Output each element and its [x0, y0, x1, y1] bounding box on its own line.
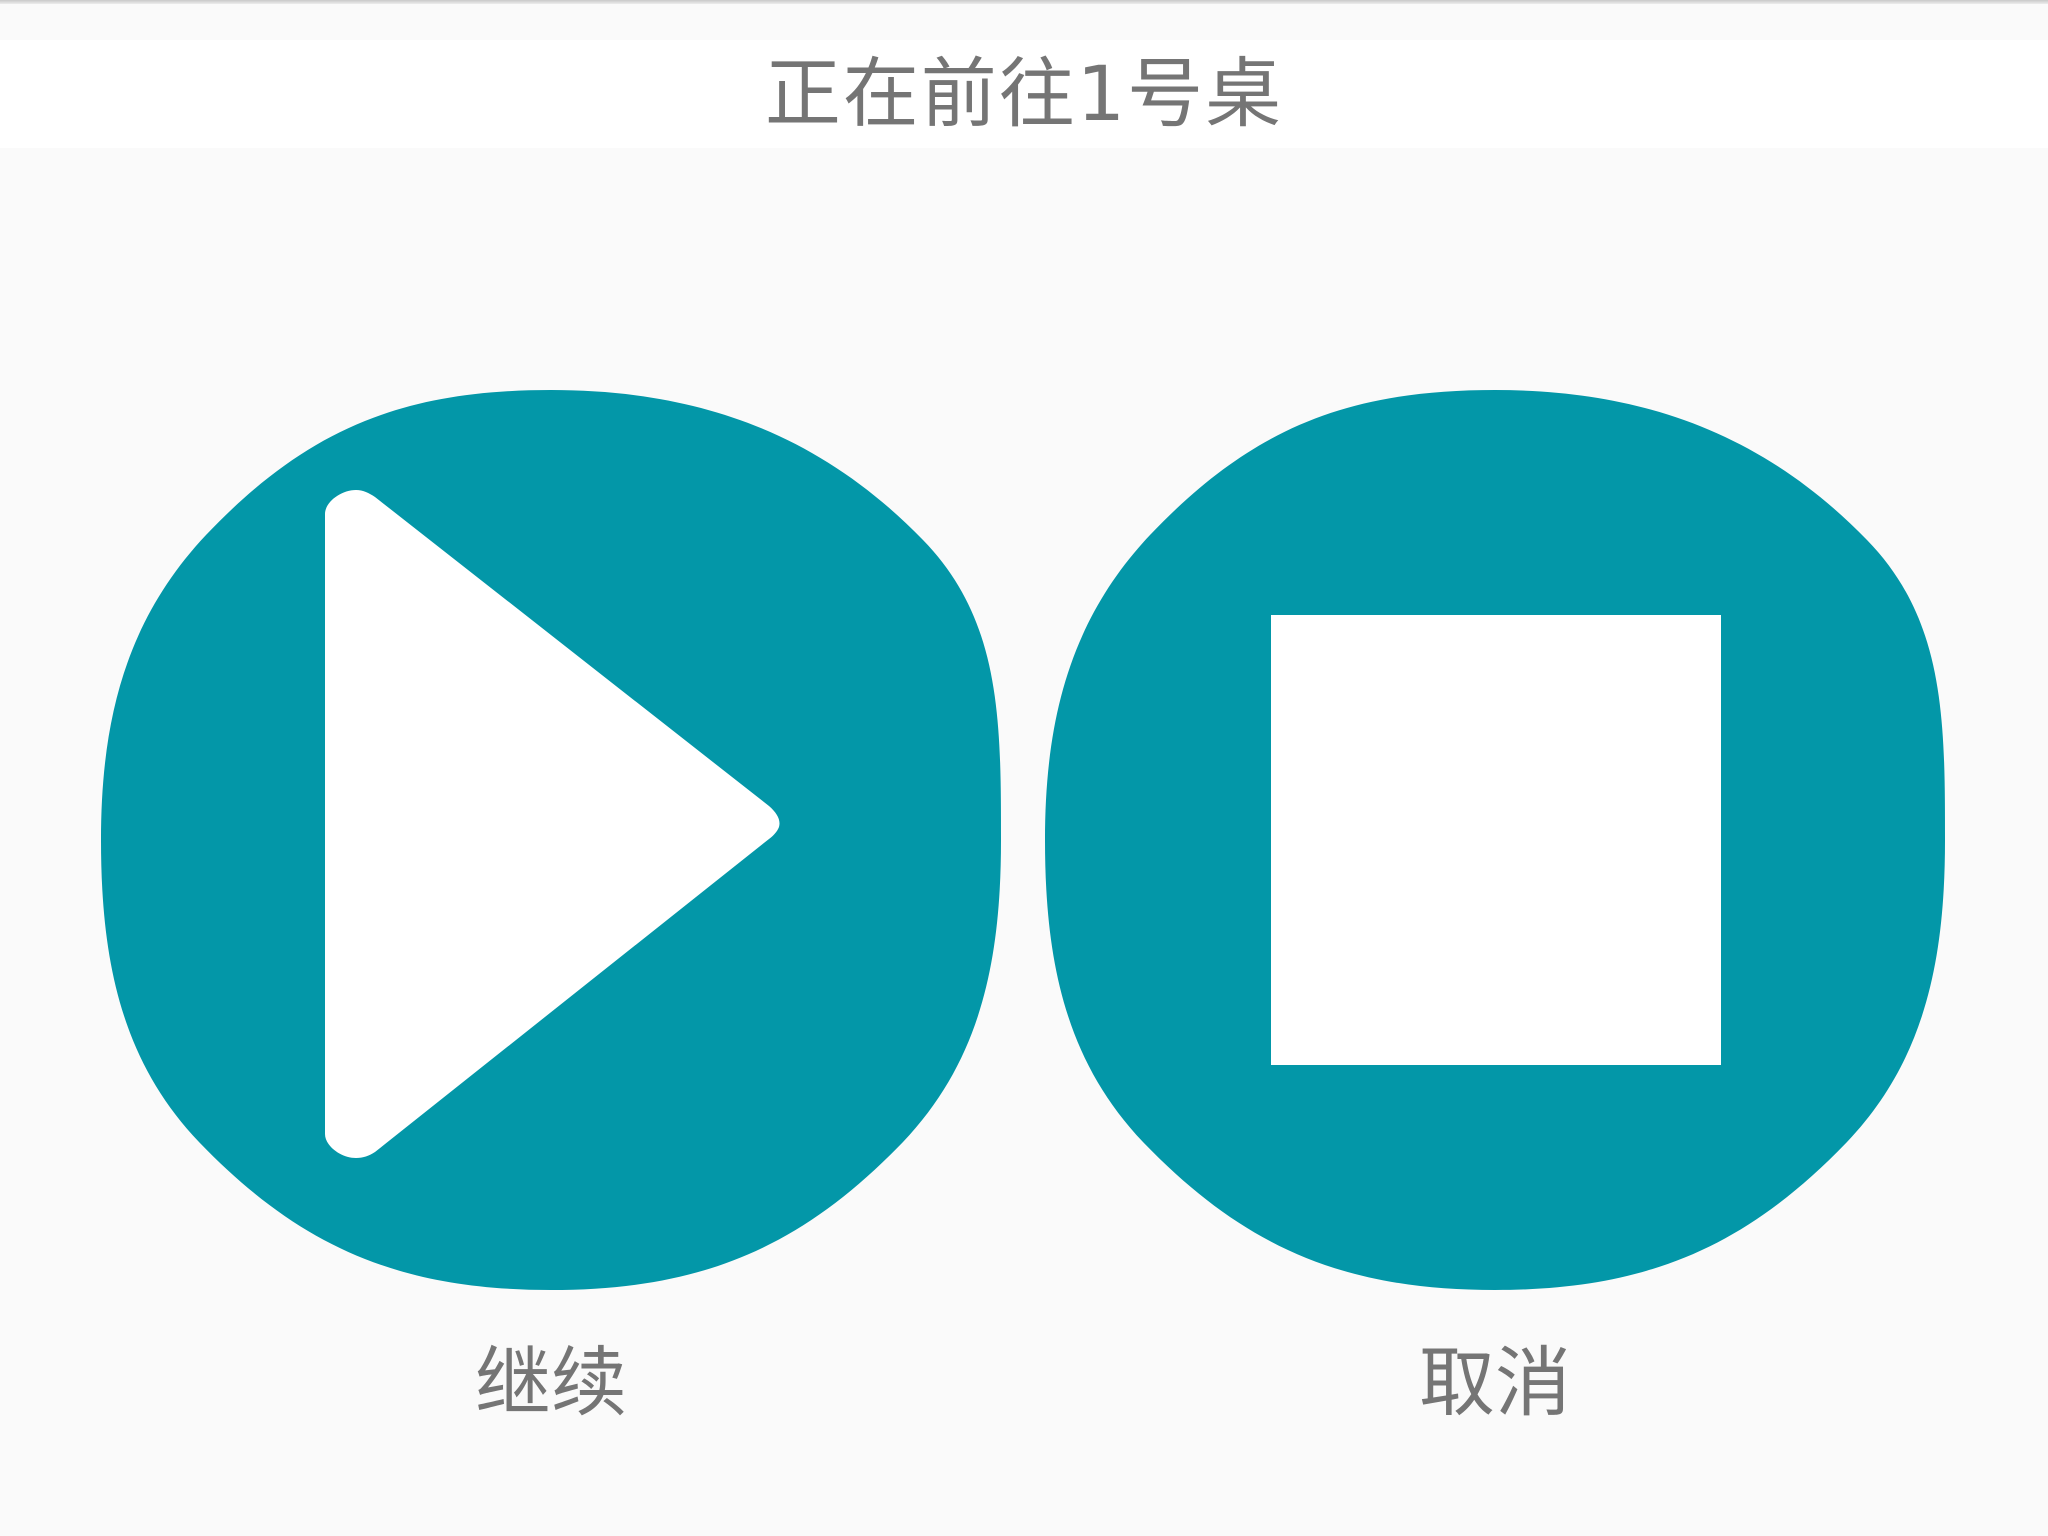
continue-button[interactable]: 继续: [101, 390, 1001, 1450]
navigation-screen: 正在前往1号桌 继续 取消: [0, 0, 2048, 1536]
top-edge-divider: [0, 0, 2048, 4]
continue-circle[interactable]: [101, 390, 1001, 1290]
page-title: 正在前往1号桌: [764, 49, 1284, 138]
stop-icon: [1271, 615, 1721, 1065]
continue-label: 继续: [475, 1338, 627, 1427]
cancel-label: 取消: [1419, 1338, 1571, 1427]
cancel-circle[interactable]: [1045, 390, 1945, 1290]
cancel-button[interactable]: 取消: [1045, 390, 1945, 1450]
header-bar: 正在前往1号桌: [0, 40, 2048, 148]
